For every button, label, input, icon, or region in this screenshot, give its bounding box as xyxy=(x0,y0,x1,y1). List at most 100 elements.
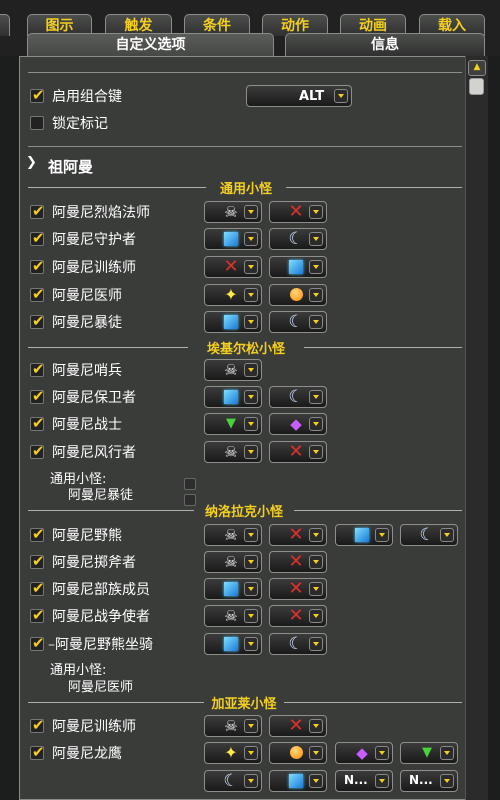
marker-dropdown[interactable]: ✕ xyxy=(269,715,327,737)
scrollbar-track[interactable] xyxy=(465,56,488,800)
combo-key-checkbox[interactable] xyxy=(30,86,45,104)
mob-label: 阿曼尼保卫者 xyxy=(52,387,136,407)
mob-checkbox[interactable] xyxy=(30,257,45,275)
marker-dropdown[interactable]: ☠ xyxy=(204,441,262,463)
marker-dropdown[interactable] xyxy=(204,228,262,250)
mob-checkbox[interactable] xyxy=(30,525,45,543)
marker-dropdown[interactable]: ☠ xyxy=(204,201,262,223)
moon-marker-icon: ☾ xyxy=(288,229,304,249)
mob-checkbox[interactable] xyxy=(30,387,45,405)
chevron-down-icon xyxy=(244,637,258,651)
chevron-down-icon xyxy=(244,582,258,596)
marker-dropdown[interactable] xyxy=(269,742,327,764)
marker-dropdown[interactable]: ☾ xyxy=(269,311,327,333)
moon-marker-icon: ☾ xyxy=(288,312,304,332)
mob-checkbox[interactable] xyxy=(30,229,45,247)
mob-name: 阿曼尼训练师 xyxy=(52,260,136,276)
chevron-down-icon xyxy=(309,774,323,788)
mob-name: 阿曼尼掷斧者 xyxy=(52,555,136,571)
mob-checkbox[interactable] xyxy=(30,442,45,460)
mob-label: 阿曼尼战士 xyxy=(52,414,122,434)
tab-custom-options[interactable]: 自定义选项 xyxy=(27,33,274,56)
marker-dropdown[interactable]: ✦ xyxy=(204,284,262,306)
moon-marker-icon: ☾ xyxy=(419,525,435,545)
mob-checkbox[interactable] xyxy=(30,743,45,761)
chevron-down-icon xyxy=(375,774,389,788)
section-title-common: 通用小怪 xyxy=(219,182,272,197)
marker-dropdown[interactable] xyxy=(204,311,262,333)
mob-label: 阿曼尼部族成员 xyxy=(52,579,150,599)
square-marker-icon xyxy=(224,315,238,329)
marker-dropdown[interactable]: ✕ xyxy=(269,524,327,546)
section-title-akilzon: 埃基尔松小怪 xyxy=(206,342,285,357)
mob-checkbox[interactable] xyxy=(30,202,45,220)
marker-dropdown[interactable]: ✕ xyxy=(269,578,327,600)
marker-dropdown[interactable] xyxy=(335,524,393,546)
section-line xyxy=(284,702,462,703)
mob-name: 阿曼尼哨兵 xyxy=(52,363,122,379)
marker-dropdown[interactable]: ◆ xyxy=(269,413,327,435)
marker-dropdown[interactable] xyxy=(269,770,327,792)
marker-dropdown[interactable]: ☾ xyxy=(269,633,327,655)
marker-dropdown[interactable]: ✕ xyxy=(204,256,262,278)
marker-dropdown[interactable] xyxy=(269,284,327,306)
mob-checkbox[interactable] xyxy=(30,606,45,624)
mob-label: 阿曼尼训练师 xyxy=(52,257,136,277)
cross-marker-icon: ✕ xyxy=(288,441,304,462)
marker-dropdown[interactable]: ✕ xyxy=(269,551,327,573)
marker-dropdown[interactable]: ☠ xyxy=(204,524,262,546)
triangle-marker-icon: ▼ xyxy=(422,745,432,760)
mob-name: 阿曼尼保卫者 xyxy=(52,390,136,406)
triangle-marker-icon: ▼ xyxy=(226,416,236,431)
marker-dropdown[interactable] xyxy=(204,386,262,408)
marker-dropdown[interactable]: N... xyxy=(335,770,393,792)
section-line xyxy=(294,510,462,511)
mob-checkbox[interactable] xyxy=(30,716,45,734)
marker-dropdown[interactable]: ☾ xyxy=(400,524,458,546)
marker-dropdown[interactable]: ◆ xyxy=(335,742,393,764)
section-line xyxy=(286,187,462,188)
chevron-down-icon xyxy=(309,637,323,651)
marker-dropdown[interactable]: N... xyxy=(400,770,458,792)
collapse-chevron-icon[interactable]: ❯ xyxy=(26,155,37,170)
marker-dropdown[interactable]: ☠ xyxy=(204,715,262,737)
marker-dropdown[interactable]: ☾ xyxy=(269,228,327,250)
divider xyxy=(28,146,462,147)
marker-dropdown[interactable] xyxy=(204,633,262,655)
marker-dropdown[interactable]: ▼ xyxy=(400,742,458,764)
mob-checkbox[interactable] xyxy=(30,579,45,597)
skull-marker-icon: ☠ xyxy=(224,361,238,379)
marker-dropdown[interactable]: ✕ xyxy=(269,201,327,223)
mob-checkbox[interactable] xyxy=(30,312,45,330)
marker-dropdown[interactable]: ☠ xyxy=(204,605,262,627)
marker-dropdown[interactable]: ✕ xyxy=(269,605,327,627)
marker-dropdown[interactable]: ☾ xyxy=(269,386,327,408)
mob-checkbox[interactable] xyxy=(30,360,45,378)
chevron-down-icon xyxy=(244,609,258,623)
mob-checkbox[interactable] xyxy=(30,414,45,432)
chevron-down-icon xyxy=(309,315,323,329)
marker-dropdown[interactable] xyxy=(269,256,327,278)
mob-checkbox[interactable] xyxy=(30,285,45,303)
mob-checkbox[interactable] xyxy=(30,634,45,652)
marker-dropdown[interactable]: ☠ xyxy=(204,359,262,381)
mob-name: 阿曼尼守护者 xyxy=(52,232,136,248)
marker-dropdown[interactable] xyxy=(204,578,262,600)
chevron-down-icon xyxy=(244,774,258,788)
cross-marker-icon: ✕ xyxy=(288,578,304,599)
marker-dropdown[interactable]: ☠ xyxy=(204,551,262,573)
scrollbar-thumb[interactable] xyxy=(469,78,484,95)
mob-name: 阿曼尼野熊 xyxy=(52,528,122,544)
lock-checkbox[interactable] xyxy=(30,116,44,130)
section-line xyxy=(28,347,188,348)
mob-checkbox[interactable] xyxy=(30,552,45,570)
square-marker-icon xyxy=(355,528,369,542)
scroll-up-button[interactable]: ▲ xyxy=(468,60,486,76)
tab-partial[interactable] xyxy=(0,14,10,36)
tab-info[interactable]: 信息 xyxy=(285,33,485,56)
marker-dropdown[interactable]: ✦ xyxy=(204,742,262,764)
marker-dropdown[interactable]: ▼ xyxy=(204,413,262,435)
marker-dropdown[interactable]: ✕ xyxy=(269,441,327,463)
combo-key-dropdown[interactable]: ALT xyxy=(246,85,352,107)
marker-dropdown[interactable]: ☾ xyxy=(204,770,262,792)
